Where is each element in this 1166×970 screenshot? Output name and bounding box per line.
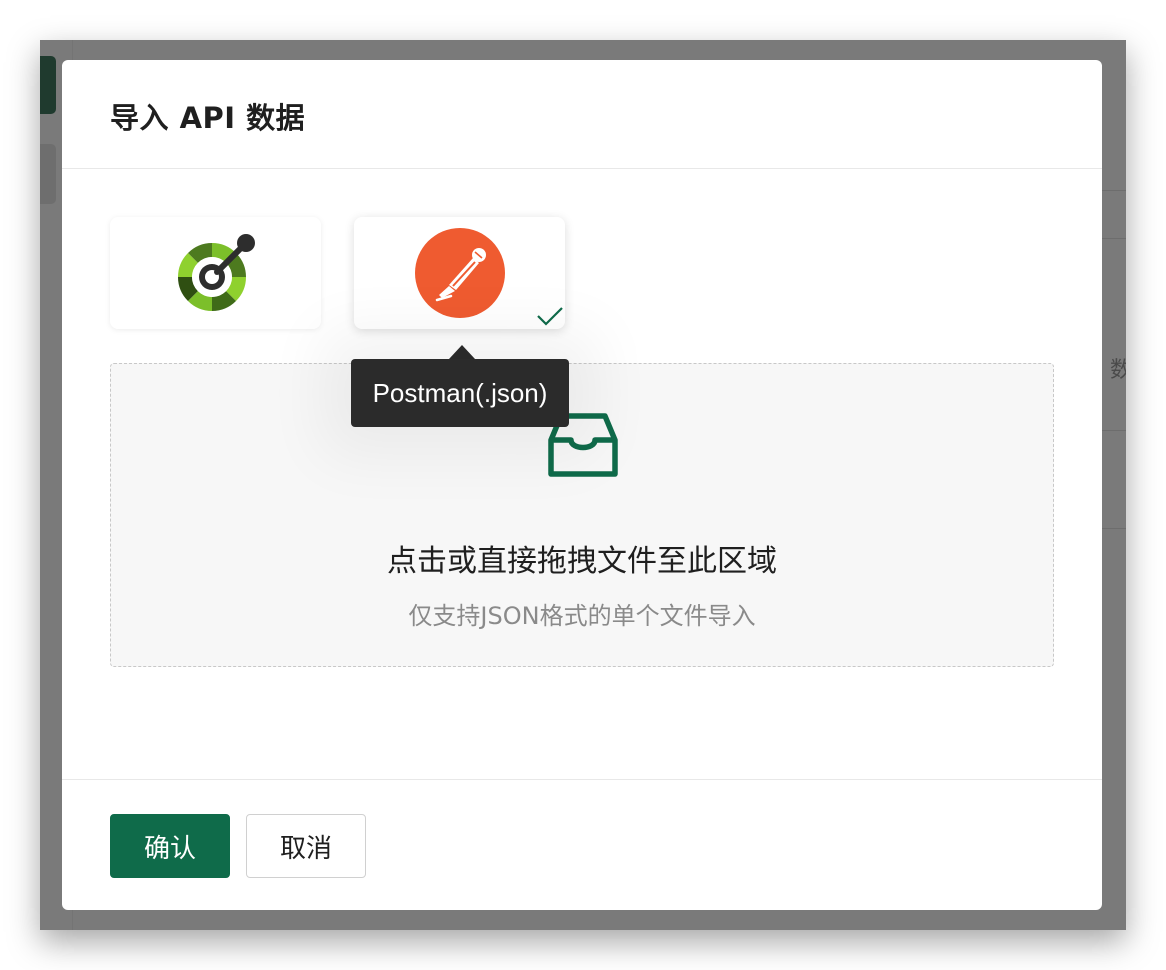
- file-dropzone[interactable]: 点击或直接拖拽文件至此区域 仅支持JSON格式的单个文件导入: [110, 363, 1054, 667]
- background-divider: [1102, 238, 1126, 239]
- background-sidebar-tab: [40, 56, 56, 114]
- modal-title: 导入 API 数据: [110, 101, 306, 135]
- dropzone-hint: 仅支持JSON格式的单个文件导入: [408, 602, 756, 630]
- background-sidebar-tab: [40, 144, 56, 204]
- background-partial-text: 数: [1110, 358, 1126, 383]
- dropzone-title: 点击或直接拖拽文件至此区域: [387, 544, 777, 579]
- postman-logo-icon: [414, 228, 505, 318]
- modal-footer: 确认 取消: [62, 779, 1102, 910]
- background-divider: [1102, 430, 1126, 431]
- check-icon: [537, 307, 563, 326]
- source-card-postman[interactable]: [354, 217, 565, 329]
- cancel-button[interactable]: 取消: [246, 814, 366, 878]
- tooltip-arrow: [449, 345, 475, 359]
- confirm-button[interactable]: 确认: [110, 814, 230, 878]
- modal-header: 导入 API 数据: [62, 60, 1102, 169]
- openapi-logo-icon: [177, 234, 255, 311]
- background-divider: [1102, 190, 1126, 191]
- import-api-modal: 导入 API 数据 点击或直接拖拽文件至此区域 仅支持JSON格式的单个文件导入…: [62, 60, 1102, 910]
- source-card-openapi[interactable]: [110, 217, 321, 329]
- background-divider: [1102, 528, 1126, 529]
- postman-tooltip: Postman(.json): [351, 359, 569, 427]
